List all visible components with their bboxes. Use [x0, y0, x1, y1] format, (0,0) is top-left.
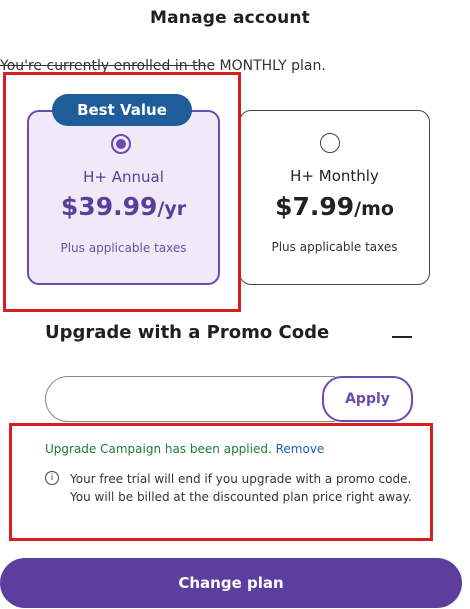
apply-button[interactable]: Apply [322, 376, 413, 422]
plan-price-monthly: $7.99/mo [239, 192, 430, 221]
plan-name-monthly: H+ Monthly [290, 167, 379, 185]
collapse-minus-icon[interactable] [392, 336, 412, 338]
promo-section-title: Upgrade with a Promo Code [45, 322, 330, 343]
page-title: Manage account [149, 8, 311, 28]
promo-code-input[interactable] [45, 376, 335, 422]
change-plan-button[interactable]: Change plan [0, 558, 462, 608]
highlight-box-promo-message [9, 423, 433, 541]
plan-price-monthly-unit: /mo [354, 198, 394, 220]
highlight-box-annual-plan [3, 72, 241, 312]
plan-taxes-monthly: Plus applicable taxes [271, 240, 398, 254]
radio-monthly[interactable] [320, 133, 340, 153]
plan-price-monthly-amount: $7.99 [275, 192, 355, 221]
